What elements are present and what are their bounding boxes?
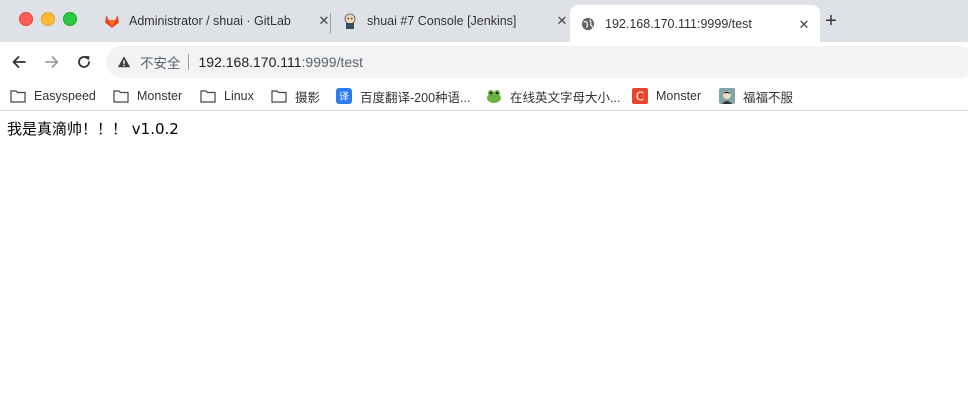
close-tab-icon[interactable]: ✕: [796, 17, 812, 33]
bookmark-label: Easyspeed: [34, 89, 96, 103]
tab-active-test[interactable]: 192.168.170.111:9999/test ✕: [570, 5, 820, 42]
forward-icon[interactable]: [42, 52, 62, 72]
reload-icon[interactable]: [74, 52, 94, 72]
toolbar: 不安全 192.168.170.111:9999/test: [0, 42, 968, 82]
window-controls: [19, 12, 77, 26]
bookmark-monster[interactable]: C Monster: [632, 87, 701, 105]
folder-icon: [10, 88, 26, 104]
security-label[interactable]: 不安全: [140, 52, 181, 72]
back-icon[interactable]: [9, 52, 29, 72]
new-tab-button[interactable]: +: [820, 10, 842, 32]
minimize-window-button[interactable]: [41, 12, 55, 26]
browser-chrome: Administrator / shuai · GitLab ✕ shuai #…: [0, 0, 968, 111]
bookmark-folder-linux[interactable]: Linux: [200, 87, 254, 105]
bookmark-folder-monster[interactable]: Monster: [113, 87, 182, 105]
svg-text:C: C: [636, 90, 644, 104]
folder-icon: [271, 88, 287, 104]
tab-gitlab[interactable]: Administrator / shuai · GitLab ✕: [94, 6, 340, 36]
url-path: :9999/test: [301, 54, 364, 70]
close-tab-icon[interactable]: ✕: [554, 13, 570, 29]
bookmark-case-converter[interactable]: 在线英文字母大小...: [486, 87, 620, 105]
tab-separator: [330, 13, 331, 33]
tab-title: Administrator / shuai · GitLab: [129, 14, 291, 28]
translate-icon: 译: [336, 88, 352, 104]
tab-title: shuai #7 Console [Jenkins]: [367, 14, 517, 28]
folder-icon: [113, 88, 129, 104]
globe-icon: [580, 16, 596, 32]
bookmark-label: 在线英文字母大小...: [510, 90, 621, 105]
bookmark-label: 摄影: [295, 90, 321, 105]
avatar-icon: [719, 88, 735, 104]
gitlab-icon: [104, 13, 120, 29]
bookmark-label: Monster: [137, 89, 183, 103]
warning-icon[interactable]: [117, 55, 131, 69]
page-content: 我是真滴帅！！！ v1.0.2: [0, 111, 968, 146]
tab-strip: Administrator / shuai · GitLab ✕ shuai #…: [0, 0, 968, 42]
bookmark-folder-photography[interactable]: 摄影: [271, 87, 320, 105]
svg-text:译: 译: [339, 91, 349, 103]
jenkins-icon: [342, 13, 358, 29]
bookmark-label: Monster: [656, 89, 702, 103]
frog-icon: [486, 88, 502, 104]
address-bar[interactable]: 不安全 192.168.170.111:9999/test: [106, 46, 968, 78]
bookmark-label: 百度翻译-200种语...: [360, 90, 471, 105]
page-text: 我是真滴帅！！！ v1.0.2: [7, 120, 179, 138]
folder-icon: [200, 88, 216, 104]
bookmarks-bar: Easyspeed Monster Linux 摄影 译 百度翻译-200种语.…: [0, 82, 968, 111]
tab-title: 192.168.170.111:9999/test: [605, 16, 752, 31]
bookmark-label: 福福不服: [743, 90, 794, 105]
tab-jenkins[interactable]: shuai #7 Console [Jenkins] ✕: [332, 6, 578, 36]
bookmark-folder-easyspeed[interactable]: Easyspeed: [10, 87, 96, 105]
address-divider: [187, 54, 189, 70]
c-logo-icon: C: [632, 88, 648, 104]
bookmark-fufu[interactable]: 福福不服: [719, 87, 793, 105]
bookmark-baidu-translate[interactable]: 译 百度翻译-200种语...: [336, 87, 470, 105]
bookmark-label: Linux: [224, 89, 254, 103]
zoom-window-button[interactable]: [63, 12, 77, 26]
close-window-button[interactable]: [19, 12, 33, 26]
url-host: 192.168.170.111: [198, 54, 302, 70]
